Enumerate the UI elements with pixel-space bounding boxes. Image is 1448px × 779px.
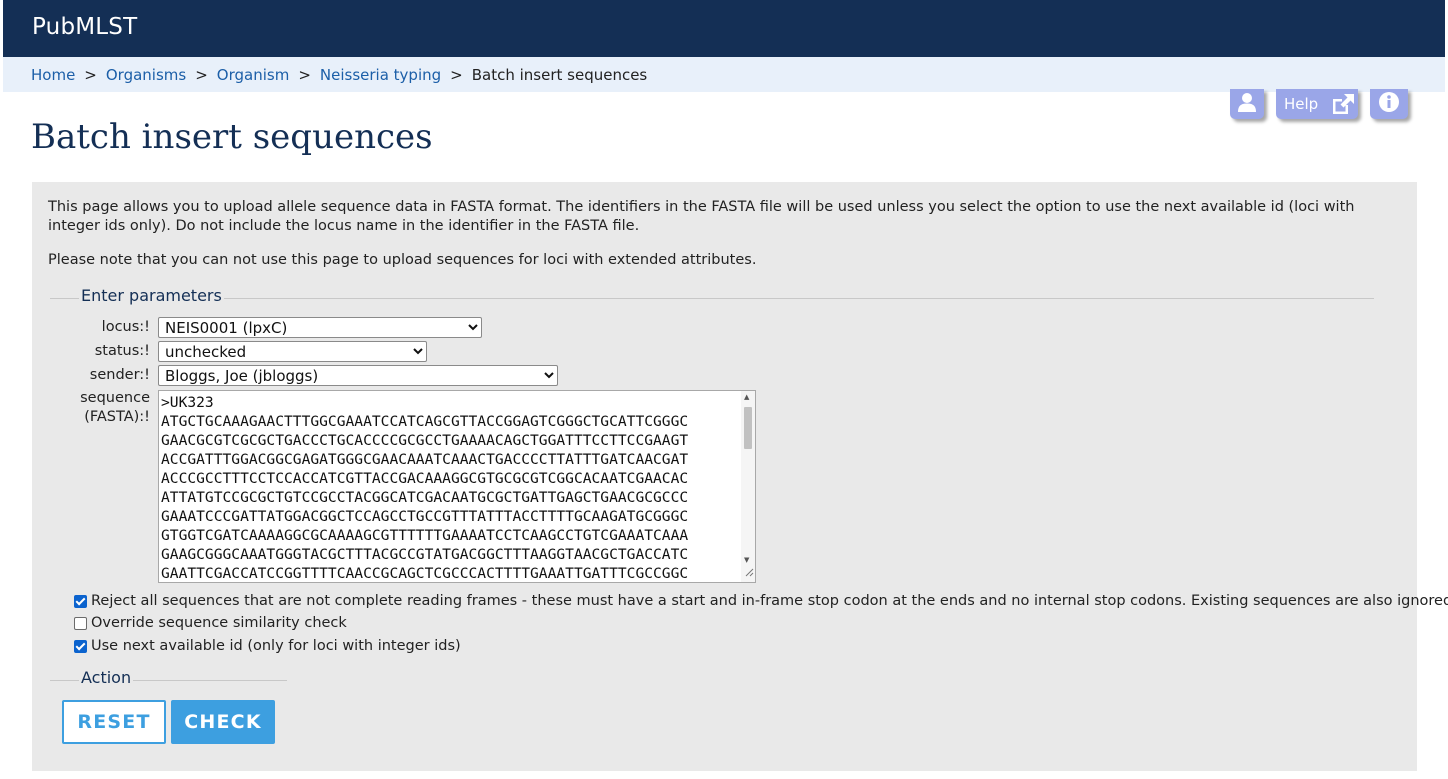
top-header: PubMLST [3,0,1445,57]
reject-checkbox-box[interactable] [74,594,87,608]
reset-button[interactable]: RESET [62,700,166,744]
override-similarity-checkbox[interactable]: Override sequence similarity check [74,615,347,631]
scroll-up-icon[interactable]: ▲ [744,393,749,401]
breadcrumb-neisseria-typing[interactable]: Neisseria typing [320,66,441,84]
next-id-checkbox-box[interactable] [74,639,87,653]
override-checkbox-box[interactable] [74,616,87,630]
override-checkbox-label: Override sequence similarity check [91,615,347,631]
sequence-label: sequence [80,390,150,406]
breadcrumb-separator: > [195,66,208,84]
status-label: status:! [94,343,150,359]
info-button[interactable] [1370,89,1408,119]
intro-text: This page allows you to upload allele se… [48,199,1355,234]
next-id-checkbox[interactable]: Use next available id (only for loci wit… [74,638,461,654]
sequence-label-format: (FASTA):! [84,409,150,425]
breadcrumb-separator: > [298,66,311,84]
parameters-fieldset [50,298,1374,299]
site-brand[interactable]: PubMLST [32,14,137,40]
page-title: Batch insert sequences [31,117,433,157]
breadcrumb-organism[interactable]: Organism [217,66,290,84]
sequence-text: >UK323 ATGCTGCAAAGAACTTTGGCGAAATCCATCAGC… [161,394,689,582]
help-label: Help [1284,95,1319,113]
locus-label: locus:! [101,319,150,335]
breadcrumb-organisms[interactable]: Organisms [106,66,186,84]
sequence-textarea[interactable]: >UK323 ATGCTGCAAAGAACTTTGGCGAAATCCATCAGC… [158,390,756,583]
reject-checkbox-label: Reject all sequences that are not comple… [91,593,1448,609]
user-icon [1236,91,1258,117]
parameters-legend: Enter parameters [79,286,224,305]
help-button[interactable]: Help [1276,89,1358,119]
status-select[interactable]: unchecked [158,341,427,362]
user-account-button[interactable] [1230,89,1264,119]
action-legend: Action [79,668,134,687]
resize-handle-icon[interactable] [744,562,754,581]
breadcrumb: Home > Organisms > Organism > Neisseria typing… [3,57,1445,92]
locus-select[interactable]: NEIS0001 (lpxC) [158,317,482,338]
textarea-scrollbar[interactable]: ▲ ▼ [741,391,755,582]
check-button[interactable]: CHECK [171,700,275,744]
note-text: Please note that you can not use this pa… [48,252,757,268]
reject-incomplete-checkbox[interactable]: Reject all sequences that are not comple… [74,593,1448,609]
external-link-icon [1330,93,1356,115]
scrollbar-thumb[interactable] [744,407,752,449]
breadcrumb-separator: > [84,66,97,84]
breadcrumb-separator: > [450,66,463,84]
breadcrumb-current: Batch insert sequences [471,66,648,84]
breadcrumb-home[interactable]: Home [31,66,75,84]
sender-label: sender:! [89,367,150,383]
next-id-checkbox-label: Use next available id (only for loci wit… [91,638,461,654]
info-icon [1378,91,1400,117]
sender-select[interactable]: Bloggs, Joe (jbloggs) [158,365,558,386]
